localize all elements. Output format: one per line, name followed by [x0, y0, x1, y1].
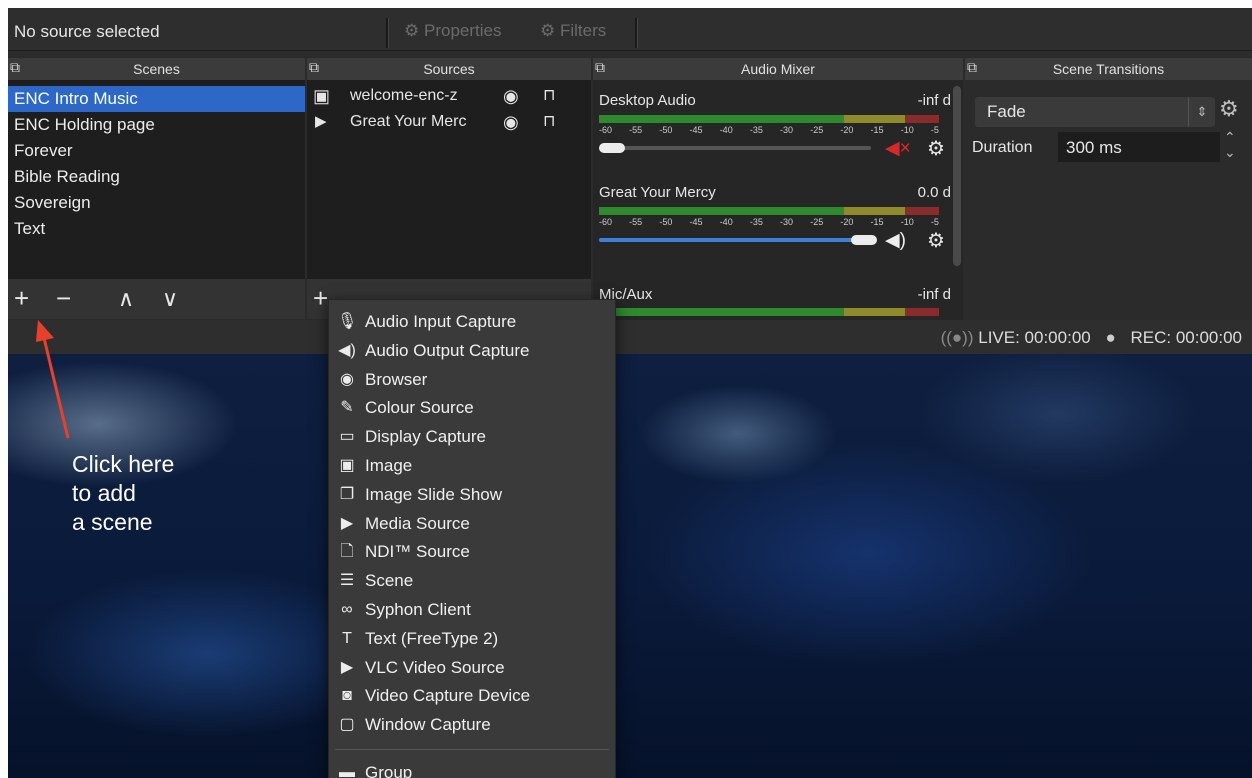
text-icon: T	[342, 629, 352, 647]
menu-item[interactable]: ▶ VLC Video Source	[329, 654, 615, 682]
image-icon: ▣	[339, 457, 355, 474]
menu-item-label: Colour Source	[365, 398, 474, 418]
menu-item-label: Group	[365, 763, 413, 778]
list-icon: ☰	[339, 572, 355, 590]
menu-item[interactable]: ✎ Colour Source	[329, 394, 615, 422]
annotation-arrow	[36, 320, 70, 439]
menu-item-label: Scene	[365, 571, 414, 591]
menu-item[interactable]: 🎙 Audio Input Capture	[329, 308, 615, 336]
menu-item[interactable]: ▶ Media Source	[329, 510, 615, 538]
monitor-icon: ▭	[339, 428, 355, 446]
menu-item-label: Image Slide Show	[365, 484, 503, 504]
play-icon: ▶	[340, 514, 354, 532]
annotation-line: Click here	[72, 451, 175, 477]
arrow-head	[36, 320, 54, 342]
menu-item-label: Browser	[365, 369, 428, 389]
menu-item[interactable]: ☰ Scene	[329, 567, 615, 595]
obs-window: No source selected ⚙ Properties ⚙ Filter…	[8, 8, 1252, 778]
menu-item-label: NDI™ Source	[365, 542, 470, 562]
arrow-line	[42, 337, 70, 439]
globe-icon: ◉	[340, 370, 354, 388]
menu-item-label: Video Capture Device	[365, 686, 531, 706]
menu-item[interactable]: 🗋 NDI™ Source	[329, 538, 615, 566]
file-icon: 🗋	[340, 543, 354, 561]
microphone-icon: 🎙	[337, 313, 358, 330]
menu-item-label: Text (FreeType 2)	[365, 628, 499, 648]
menu-item[interactable]: ▢ Window Capture	[329, 711, 615, 739]
camera-icon: ◙	[342, 687, 352, 705]
menu-item[interactable]: ▭ Display Capture	[329, 423, 615, 451]
menu-item[interactable]: ❐ Image Slide Show	[329, 481, 615, 509]
menu-item-label: Display Capture	[365, 427, 486, 447]
menu-item-group[interactable]: ▬ Group	[329, 759, 615, 778]
annotation-line: to add	[72, 480, 136, 506]
syphon-icon: ∞	[341, 601, 353, 618]
annotation-line: a scene	[72, 509, 153, 535]
folder-icon: ▬	[339, 764, 355, 778]
play-icon: ▶	[340, 658, 354, 676]
slideshow-icon: ❐	[339, 485, 355, 503]
menu-item[interactable]: ◙ Video Capture Device	[329, 682, 615, 710]
menu-item-label: Syphon Client	[365, 600, 471, 619]
menu-item-label: Media Source	[365, 513, 470, 533]
menu-item-label: Image	[365, 456, 413, 475]
brush-icon: ✎	[340, 399, 354, 417]
menu-item[interactable]: ◀) Audio Output Capture	[329, 337, 615, 365]
menu-item[interactable]: T Text (FreeType 2)	[329, 625, 615, 653]
menu-item[interactable]: ∞ Syphon Client	[329, 596, 615, 624]
menu-item[interactable]: ◉ Browser	[329, 366, 615, 394]
add-source-menu: 🎙 Audio Input Capture ◀) Audio Output Captu…	[328, 299, 616, 778]
menu-item-label: Audio Output Capture	[365, 340, 530, 360]
menu-item-label: VLC Video Source	[365, 657, 505, 677]
annotation-text: Click here to add a scene	[72, 450, 174, 537]
menu-item-label: Window Capture	[365, 715, 491, 735]
speaker-icon: ◀)	[338, 341, 356, 359]
menu-separator	[335, 749, 609, 750]
menu-item[interactable]: ▣ Image	[329, 452, 615, 480]
window-icon: ▢	[339, 716, 355, 734]
menu-item-label: Audio Input Capture	[365, 312, 517, 331]
